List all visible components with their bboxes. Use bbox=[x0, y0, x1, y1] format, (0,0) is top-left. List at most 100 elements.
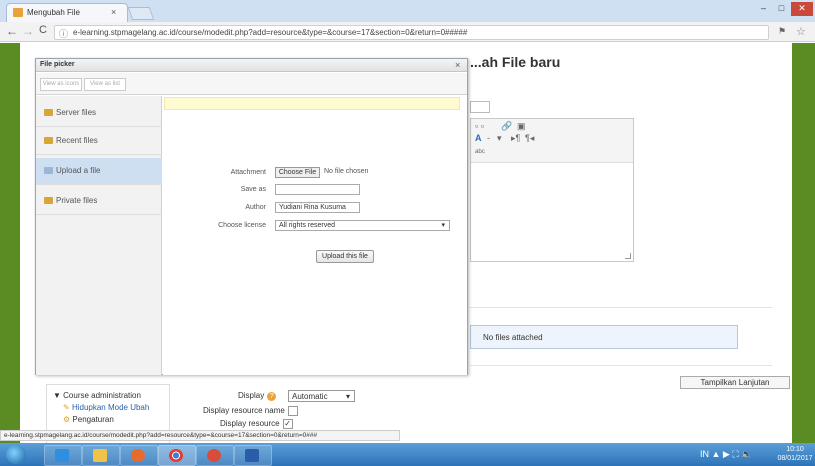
help-icon[interactable]: ? bbox=[267, 392, 277, 401]
back-arrow-icon[interactable]: ← bbox=[6, 24, 18, 38]
taskbar-clock[interactable]: 10:10 08/01/2017 bbox=[777, 445, 813, 463]
folder-icon bbox=[44, 137, 53, 144]
notice-bar bbox=[164, 97, 460, 110]
page-title: ...ah File baru bbox=[470, 54, 561, 70]
files-empty-text: No files attached bbox=[483, 333, 543, 342]
view-list-button[interactable]: View as list bbox=[84, 78, 126, 91]
browser-tab[interactable]: Mengubah File × bbox=[6, 3, 128, 22]
browser-titlebar: Mengubah File × – □ ✕ bbox=[0, 0, 815, 22]
info-icon[interactable]: ⓘ bbox=[59, 27, 68, 40]
repo-label: Recent files bbox=[56, 136, 98, 145]
upload-form-panel: Attachment Choose File No file chosen Sa… bbox=[163, 96, 467, 375]
ltr-icon[interactable]: ▸¶ bbox=[511, 133, 520, 144]
reload-icon[interactable]: C bbox=[39, 24, 47, 36]
start-button[interactable] bbox=[6, 445, 26, 464]
name-input[interactable] bbox=[470, 101, 490, 113]
saveas-input[interactable] bbox=[275, 184, 360, 195]
display-name-label: Display resource name bbox=[203, 406, 285, 416]
divider bbox=[470, 307, 772, 308]
file-picker-dialog: File picker × View as icons View as list… bbox=[35, 58, 468, 375]
edit-mode-link[interactable]: ✎ Hidupkan Mode Ubah bbox=[63, 403, 149, 412]
saveas-label: Save as bbox=[240, 186, 266, 193]
repo-server-files[interactable]: Server files bbox=[36, 100, 162, 127]
display-row: Display? bbox=[200, 391, 279, 401]
show-advanced-link[interactable]: Tampilkan Lanjutan bbox=[680, 376, 790, 389]
clock-date: 08/01/2017 bbox=[777, 455, 813, 462]
tab-close-icon[interactable]: × bbox=[111, 7, 116, 17]
display-name-row: Display resource name bbox=[203, 406, 298, 416]
editor-link-icon[interactable]: 🔗 bbox=[501, 121, 512, 132]
filemanager-dropzone[interactable]: No files attached bbox=[470, 325, 738, 349]
folder-icon bbox=[44, 197, 53, 204]
highlight-icon[interactable]: - bbox=[487, 133, 490, 143]
repo-recent-files[interactable]: Recent files bbox=[36, 128, 162, 155]
moodle-favicon-icon bbox=[13, 8, 23, 17]
app-icon bbox=[207, 449, 221, 462]
attachment-label: Attachment bbox=[230, 169, 266, 176]
license-select-value: All rights reserved bbox=[279, 222, 336, 229]
editor-tool-icon[interactable]: ▫ ▫ bbox=[475, 121, 484, 131]
display-description-label: Display resource bbox=[220, 419, 280, 429]
no-file-chosen-text: No file chosen bbox=[324, 168, 369, 175]
repo-label: Server files bbox=[56, 108, 97, 117]
view-icons-button[interactable]: View as icons bbox=[40, 78, 82, 91]
display-description-row: Display resource ✓ bbox=[220, 419, 293, 429]
course-administration-node[interactable]: ▼ Course administration bbox=[53, 391, 141, 400]
forward-arrow-icon[interactable]: → bbox=[22, 24, 34, 38]
repo-label: Upload a file bbox=[56, 166, 101, 175]
translate-icon[interactable]: ⚑ bbox=[778, 26, 786, 37]
new-tab-button[interactable] bbox=[127, 7, 155, 20]
taskbar-media[interactable] bbox=[120, 445, 158, 466]
chrome-icon bbox=[169, 449, 183, 462]
description-editor[interactable]: ▫ ▫ 🔗 ▣ A - ▾ ▸¶ ¶◂ ᵃᵇᶜ bbox=[470, 118, 634, 262]
choose-file-button[interactable]: Choose File bbox=[275, 167, 320, 178]
display-label: Display bbox=[238, 391, 265, 400]
system-tray[interactable]: IN ▲ ▶ ⛶ 🔈 bbox=[700, 449, 752, 460]
taskbar-explorer[interactable] bbox=[82, 445, 120, 466]
taskbar-chrome[interactable] bbox=[158, 445, 196, 466]
background-color-icon[interactable]: ▾ bbox=[497, 133, 502, 144]
folder-icon bbox=[44, 109, 53, 116]
status-bar-url: e-learning.stpmagelang.ac.id/course/mode… bbox=[0, 430, 400, 441]
editor-toolbar: ▫ ▫ 🔗 ▣ A - ▾ ▸¶ ¶◂ ᵃᵇᶜ bbox=[471, 119, 633, 163]
repo-upload-a-file[interactable]: Upload a file bbox=[36, 158, 162, 185]
rtl-icon[interactable]: ¶◂ bbox=[525, 133, 534, 144]
editor-resize-handle[interactable] bbox=[625, 253, 631, 259]
settings-label: Pengaturan bbox=[72, 415, 114, 424]
media-player-icon bbox=[131, 449, 145, 462]
word-icon bbox=[245, 449, 259, 462]
taskbar-word[interactable] bbox=[234, 445, 272, 466]
display-description-checkbox[interactable]: ✓ bbox=[282, 419, 293, 429]
editor-image-icon[interactable]: ▣ bbox=[517, 121, 526, 132]
author-input[interactable]: Yudiani Rina Kusuma bbox=[275, 202, 360, 213]
display-select[interactable]: Automatic ▾ bbox=[288, 390, 355, 402]
display-name-checkbox[interactable] bbox=[287, 406, 298, 416]
minimize-button[interactable]: – bbox=[755, 2, 772, 16]
text-color-icon[interactable]: A bbox=[475, 133, 482, 143]
maximize-button[interactable]: □ bbox=[773, 2, 790, 16]
file-picker-header: File picker × bbox=[36, 59, 467, 72]
file-picker-viewbar: View as icons View as list bbox=[36, 73, 467, 95]
repo-private-files[interactable]: Private files bbox=[36, 188, 162, 215]
repository-list: Server files Recent files Upload a file … bbox=[36, 96, 162, 375]
address-text[interactable]: e-learning.stpmagelang.ac.id/course/mode… bbox=[73, 28, 763, 37]
browser-navbar: ← → C ⓘ e-learning.stpmagelang.ac.id/cou… bbox=[0, 22, 815, 42]
spellcheck-icon[interactable]: ᵃᵇᶜ bbox=[475, 147, 485, 157]
address-bar[interactable]: ⓘ e-learning.stpmagelang.ac.id/course/mo… bbox=[54, 25, 769, 40]
upload-file-button[interactable]: Upload this file bbox=[316, 250, 374, 263]
settings-link[interactable]: ⚙ Pengaturan bbox=[63, 415, 114, 424]
chevron-down-icon: ▾ bbox=[345, 392, 350, 401]
file-picker-close-icon[interactable]: × bbox=[455, 60, 460, 70]
divider bbox=[470, 365, 772, 366]
window-controls: – □ ✕ bbox=[755, 2, 813, 16]
license-select[interactable]: All rights reserved ▾ bbox=[275, 220, 450, 231]
taskbar-app[interactable] bbox=[196, 445, 234, 466]
close-window-button[interactable]: ✕ bbox=[791, 2, 813, 16]
bookmark-star-icon[interactable]: ☆ bbox=[796, 25, 806, 38]
file-picker-title: File picker bbox=[40, 61, 75, 68]
windows-taskbar: IN ▲ ▶ ⛶ 🔈 10:10 08/01/2017 bbox=[0, 443, 815, 466]
upload-icon bbox=[44, 167, 53, 174]
taskbar-ie[interactable] bbox=[44, 445, 82, 466]
chevron-down-icon: ▾ bbox=[441, 222, 445, 229]
display-select-value: Automatic bbox=[292, 392, 328, 401]
